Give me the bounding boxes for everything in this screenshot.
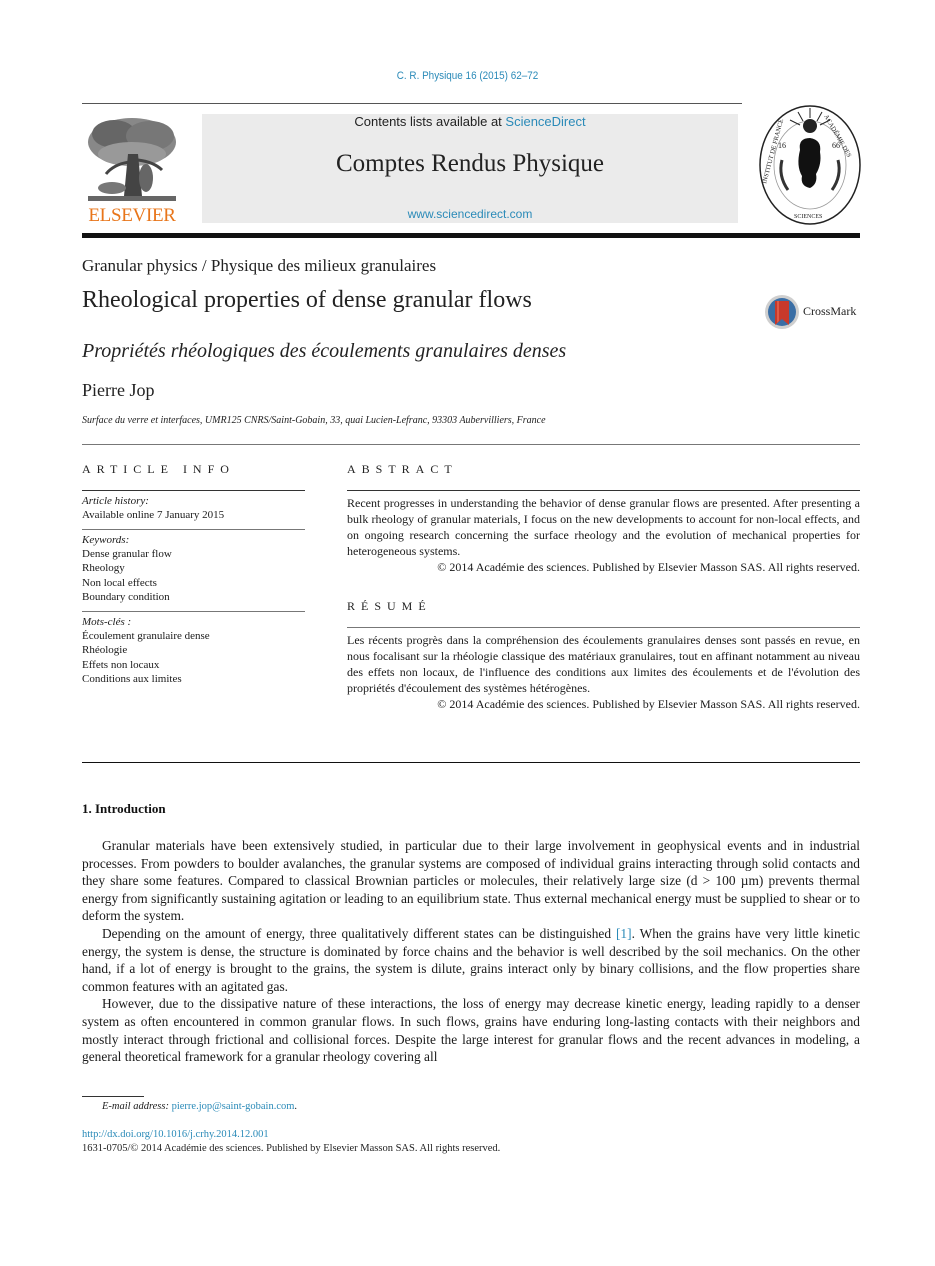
header-rule xyxy=(82,103,742,104)
divider xyxy=(82,610,305,612)
journal-title: Comptes Rendus Physique xyxy=(335,150,605,177)
paragraph: Granular materials have been extensively… xyxy=(82,838,860,924)
author-name[interactable]: Pierre Jop xyxy=(82,380,154,401)
journal-reference-link[interactable]: C. R. Physique 16 (2015) 62–72 xyxy=(47,70,889,82)
email-link[interactable]: pierre.jop@saint-gobain.com xyxy=(172,1101,295,1112)
introduction-body: Granular materials have been extensively… xyxy=(82,837,860,1066)
contents-prefix: Contents lists available at xyxy=(354,114,506,129)
masthead-thick-rule xyxy=(82,233,860,238)
abstract-text: Recent progresses in understanding the b… xyxy=(347,496,860,558)
sciencedirect-link[interactable]: ScienceDirect xyxy=(505,114,585,129)
keyword-item[interactable]: Dense granular flow xyxy=(82,547,305,562)
keyword-item[interactable]: Non local effects xyxy=(82,576,305,591)
article-history-label: Article history: xyxy=(82,495,149,507)
motcle-item[interactable]: Rhéologie xyxy=(82,643,305,658)
footnote-rule xyxy=(82,1096,144,1097)
crossmark-label: CrossMark xyxy=(803,304,857,318)
issn-copyright: 1631-0705/© 2014 Académie des sciences. … xyxy=(82,1143,501,1154)
divider xyxy=(347,627,860,628)
abstract-heading: ABSTRACT xyxy=(347,462,458,476)
motcle-item[interactable]: Écoulement granulaire dense xyxy=(82,629,305,644)
divider xyxy=(82,528,305,530)
divider xyxy=(347,490,860,491)
crossmark-button[interactable]: CrossMark xyxy=(764,293,864,331)
section-heading-introduction: 1. Introduction xyxy=(82,801,166,816)
paragraph-text: Depending on the amount of energy, three… xyxy=(102,925,616,941)
divider xyxy=(82,490,305,491)
article-info-panel: ARTICLE INFO Article history: Available … xyxy=(82,462,305,687)
title-block-rule xyxy=(82,444,860,445)
contents-availability: Contents lists available at ScienceDirec… xyxy=(202,114,738,129)
keyword-item[interactable]: Rheology xyxy=(82,561,305,576)
elsevier-wordmark: ELSEVIER xyxy=(88,205,176,226)
resume-heading: RÉSUMÉ xyxy=(347,599,432,613)
author-affiliation: Surface du verre et interfaces, UMR125 C… xyxy=(82,415,546,426)
motscles-label: Mots-clés : xyxy=(82,615,132,628)
abstract-copyright: © 2014 Académie des sciences. Published … xyxy=(437,560,860,574)
crossmark-icon xyxy=(765,295,799,329)
academy-seal-icon: 16 66 INSTITUT DE FRANCE ACADÉMIE DES SC… xyxy=(759,105,861,225)
article-title-french: Propriétés rhéologiques des écoulements … xyxy=(82,340,567,362)
journal-masthead: Contents lists available at ScienceDirec… xyxy=(202,114,738,223)
abstract-panel: ABSTRACT Recent progresses in understand… xyxy=(347,462,860,712)
motcle-item[interactable]: Effets non locaux xyxy=(82,658,305,673)
article-info-heading: ARTICLE INFO xyxy=(82,462,235,476)
resume-copyright: © 2014 Académie des sciences. Published … xyxy=(437,697,860,711)
abstract-end-rule xyxy=(82,762,860,763)
resume-text: Les récents progrès dans la compréhensio… xyxy=(347,633,860,695)
svg-text:SCIENCES: SCIENCES xyxy=(794,214,822,220)
keyword-item[interactable]: Boundary condition xyxy=(82,590,305,605)
elsevier-tree-icon xyxy=(84,114,180,204)
motcle-item[interactable]: Conditions aux limites xyxy=(82,672,305,687)
academy-seal-logo[interactable]: 16 66 INSTITUT DE FRANCE ACADÉMIE DES SC… xyxy=(758,104,862,226)
paragraph: Depending on the amount of energy, three… xyxy=(82,925,860,995)
article-title: Rheological properties of dense granular… xyxy=(82,287,532,313)
doi-link[interactable]: http://dx.doi.org/10.1016/j.crhy.2014.12… xyxy=(82,1129,269,1140)
paragraph: However, due to the dissipative nature o… xyxy=(82,996,860,1065)
footnote-email: E-mail address: pierre.jop@saint-gobain.… xyxy=(102,1101,297,1112)
article-history-value: Available online 7 January 2015 xyxy=(82,509,225,521)
section-category: Granular physics / Physique des milieux … xyxy=(82,256,437,275)
journal-url-link[interactable]: www.sciencedirect.com xyxy=(202,207,738,221)
email-suffix: . xyxy=(294,1101,298,1112)
citation-link[interactable]: [1] xyxy=(616,926,632,941)
email-label: E-mail address: xyxy=(102,1101,169,1112)
elsevier-logo[interactable]: ELSEVIER xyxy=(82,114,182,226)
keywords-label: Keywords: xyxy=(82,533,130,546)
